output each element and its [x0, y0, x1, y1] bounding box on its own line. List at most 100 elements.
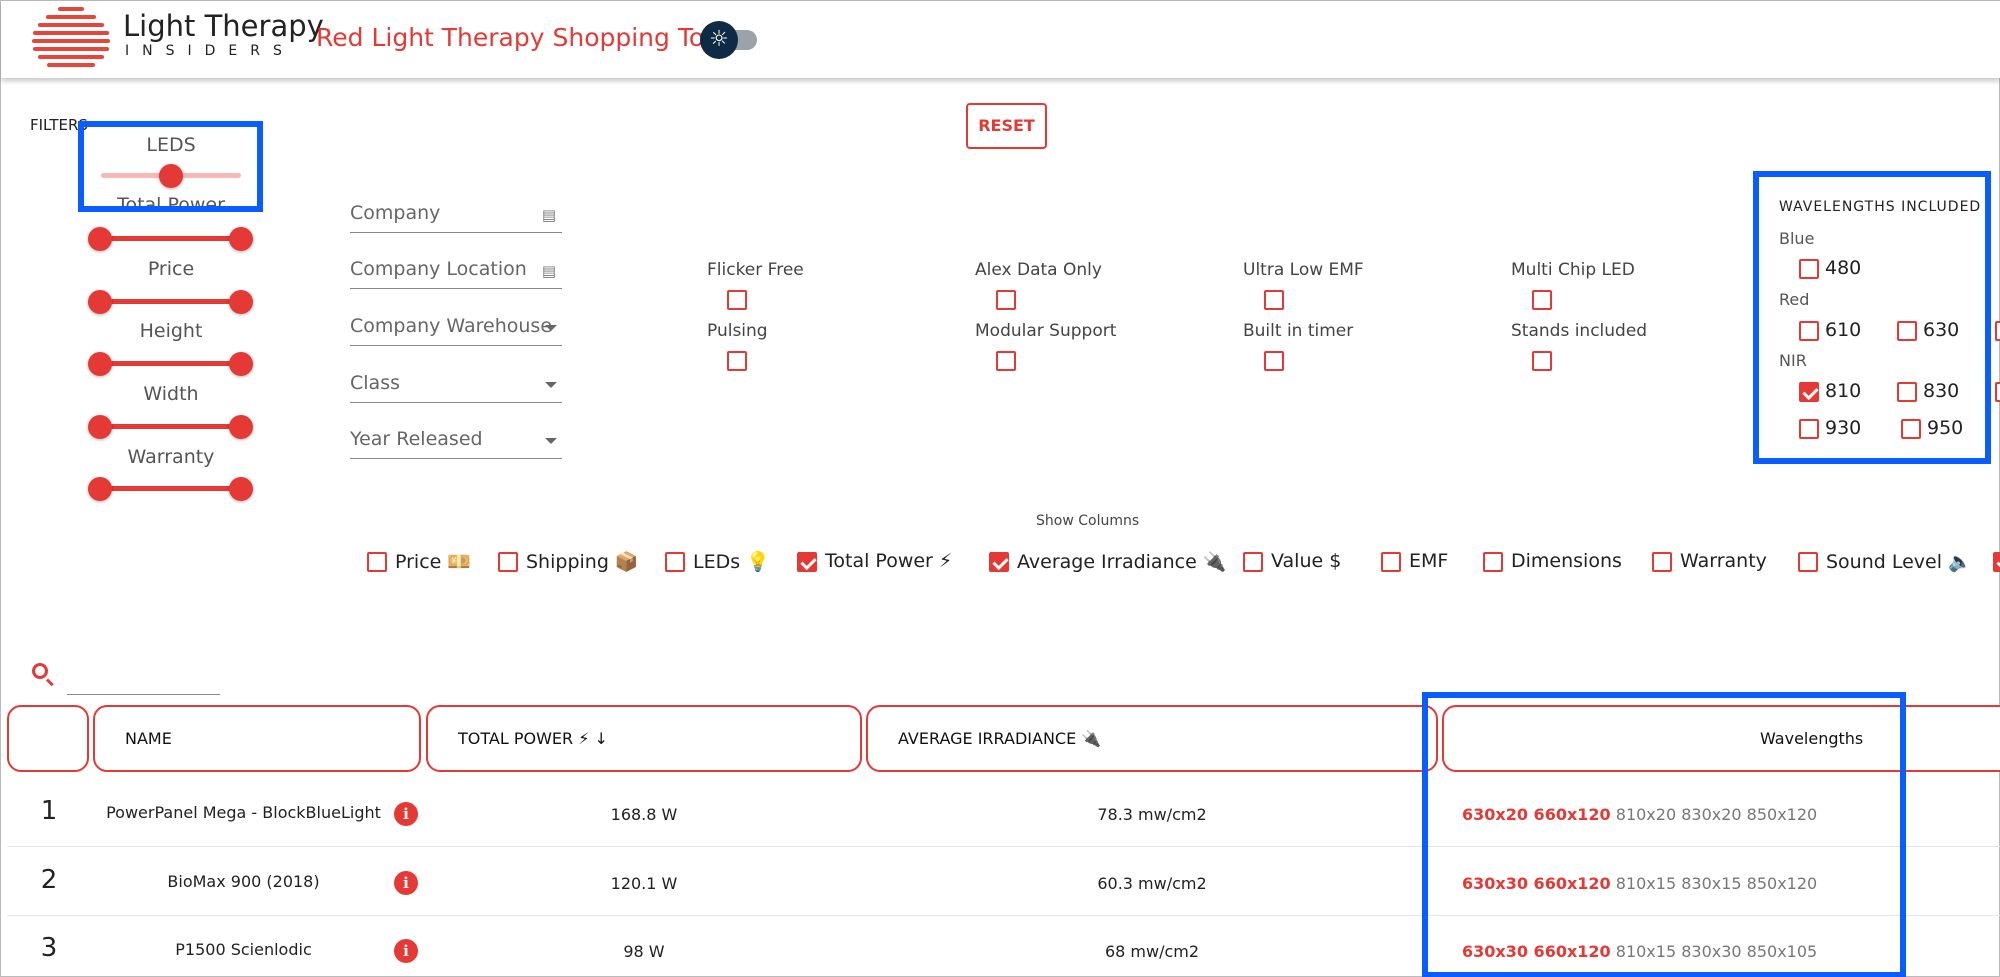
wavelength-950-label: 950 [1927, 417, 1964, 439]
theme-toggle-sun-icon[interactable]: ☼ [700, 21, 738, 59]
wavelength-830-checkbox[interactable] [1897, 382, 1917, 402]
width-slider-track[interactable] [101, 424, 241, 429]
info-icon[interactable]: i [394, 939, 418, 963]
multi-chip-led-checkbox[interactable] [1532, 290, 1552, 310]
product-name[interactable]: PowerPanel Mega - BlockBlueLight [101, 803, 386, 822]
height-slider-label: Height [139, 320, 203, 342]
average-irradiance-cell: 78.3 mw/cm2 [1097, 805, 1207, 824]
ultra-low-emf-label: Ultra Low EMF [1243, 260, 1364, 280]
ultra-low-emf-checkbox[interactable] [1264, 290, 1284, 310]
show-col-total-power-checkbox[interactable] [797, 552, 817, 572]
stands-included-checkbox[interactable] [1532, 351, 1552, 371]
show-col-price-checkbox[interactable] [367, 552, 387, 572]
app-header: Light Therapy INSIDERS Red Light Therapy… [1, 1, 2000, 78]
wavelengths-other: 810x20 830x20 850x120 [1615, 805, 1818, 824]
alex-data-only-checkbox[interactable] [996, 290, 1016, 310]
table-header-average-irradiance[interactable]: AVERAGE IRRADIANCE 🔌 [866, 705, 1438, 772]
chevron-down-icon [545, 382, 557, 388]
total-power-slider-label: Total Power [117, 194, 225, 216]
info-icon[interactable]: i [394, 802, 418, 826]
total-power-slider-max-thumb[interactable] [229, 227, 253, 251]
height-slider-track[interactable] [101, 361, 241, 366]
flicker-free-checkbox[interactable] [727, 290, 747, 310]
wavelength-610-checkbox[interactable] [1799, 321, 1819, 341]
show-col-dimensions-checkbox[interactable] [1483, 552, 1503, 572]
price-slider-min-thumb[interactable] [88, 290, 112, 314]
table-header-total-power[interactable]: TOTAL POWER ⚡ ↓ [426, 705, 862, 772]
wavelengths-cell: 630x30 660x120 810x15 830x15 850x120 [1462, 874, 1817, 893]
show-col-sound-level-label: Sound Level 🔈 [1826, 551, 1972, 573]
row-divider [7, 846, 2000, 847]
average-irradiance-cell: 68 mw/cm2 [1104, 942, 1200, 961]
wavelength-930-label: 930 [1825, 417, 1862, 439]
total-power-slider-min-thumb[interactable] [88, 227, 112, 251]
warranty-slider-min-thumb[interactable] [88, 477, 112, 501]
wavelengths-other: 810x15 830x30 850x105 [1615, 942, 1818, 961]
built-in-timer-checkbox[interactable] [1264, 351, 1284, 371]
product-name[interactable]: P1500 Scienlodic [101, 940, 386, 959]
warranty-slider-track[interactable] [101, 486, 241, 491]
year-released-select[interactable]: Year Released [350, 415, 562, 459]
wavelengths-cell: 630x30 660x120 810x15 830x30 850x105 [1462, 942, 1817, 961]
wavelength-930-checkbox[interactable] [1799, 419, 1819, 439]
show-col-sound-level-checkbox[interactable] [1798, 552, 1818, 572]
show-col-warranty-checkbox[interactable] [1652, 552, 1672, 572]
company-warehouse-select[interactable]: Company Warehouse [350, 302, 562, 346]
filter-icon: ▤ [541, 262, 556, 280]
reset-button[interactable]: RESET [966, 103, 1047, 149]
price-slider-max-thumb[interactable] [229, 290, 253, 314]
table-header-name[interactable]: NAME [93, 705, 421, 772]
built-in-timer-label: Built in timer [1243, 321, 1354, 341]
total-power-cell: 120.1 W [610, 874, 678, 893]
modular-support-checkbox[interactable] [996, 351, 1016, 371]
price-slider-label: Price [147, 258, 195, 280]
width-slider-max-thumb[interactable] [229, 415, 253, 439]
height-slider-max-thumb[interactable] [229, 352, 253, 376]
show-col-leds-checkbox[interactable] [665, 552, 685, 572]
leds-slider-label: LEDS [146, 134, 196, 156]
company-location-field[interactable]: Company Location ▤ [350, 245, 562, 289]
wavelengths-red: 630x20 660x120 [1462, 805, 1611, 824]
wavelengths-other: 810x15 830x15 850x120 [1615, 874, 1818, 893]
product-name[interactable]: BioMax 900 (2018) [101, 872, 386, 891]
show-col-price-label: Price 💴 [395, 551, 472, 573]
wavelength-810-checkbox[interactable] [1799, 382, 1819, 402]
row-index: 2 [40, 865, 58, 895]
wavelength-offscreen-checkbox[interactable] [1995, 382, 2000, 402]
price-slider-track[interactable] [101, 299, 241, 304]
wavelengths-red: 630x30 660x120 [1462, 942, 1611, 961]
show-col-shipping-checkbox[interactable] [498, 552, 518, 572]
filter-icon: ▤ [541, 206, 556, 224]
search-icon[interactable] [32, 663, 48, 679]
info-icon[interactable]: i [394, 871, 418, 895]
wavelength-480-checkbox[interactable] [1799, 259, 1819, 279]
search-input[interactable] [67, 671, 220, 695]
width-slider-min-thumb[interactable] [88, 415, 112, 439]
show-col-value-checkbox[interactable] [1243, 552, 1263, 572]
total-power-slider-track[interactable] [101, 236, 241, 241]
company-field[interactable]: Company ▤ [350, 189, 562, 233]
show-col-average-irradiance-checkbox[interactable] [989, 552, 1009, 572]
company-field-label: Company [350, 202, 441, 224]
wavelength-630-label: 630 [1923, 319, 1960, 341]
modular-support-label: Modular Support [975, 321, 1117, 341]
leds-slider-thumb[interactable] [159, 164, 183, 188]
wavelengths-cell: 630x20 660x120 810x20 830x20 850x120 [1462, 805, 1817, 824]
warranty-slider-max-thumb[interactable] [229, 477, 253, 501]
chevron-down-icon [545, 325, 557, 331]
row-index: 3 [40, 933, 58, 963]
pulsing-label: Pulsing [707, 321, 768, 341]
table-header-wavelengths[interactable]: Wavelengths [1442, 705, 2000, 772]
wavelength-offscreen-checkbox[interactable] [1995, 321, 2000, 341]
show-col-dimensions-label: Dimensions [1511, 550, 1622, 572]
show-col-offscreen-checkbox[interactable] [1993, 552, 2000, 572]
wavelength-610-label: 610 [1825, 319, 1862, 341]
warranty-slider-label: Warranty [127, 446, 215, 468]
class-select[interactable]: Class [350, 359, 562, 403]
show-col-warranty-label: Warranty [1680, 550, 1767, 572]
wavelength-950-checkbox[interactable] [1901, 419, 1921, 439]
height-slider-min-thumb[interactable] [88, 352, 112, 376]
show-col-emf-checkbox[interactable] [1381, 552, 1401, 572]
pulsing-checkbox[interactable] [727, 351, 747, 371]
wavelength-630-checkbox[interactable] [1897, 321, 1917, 341]
